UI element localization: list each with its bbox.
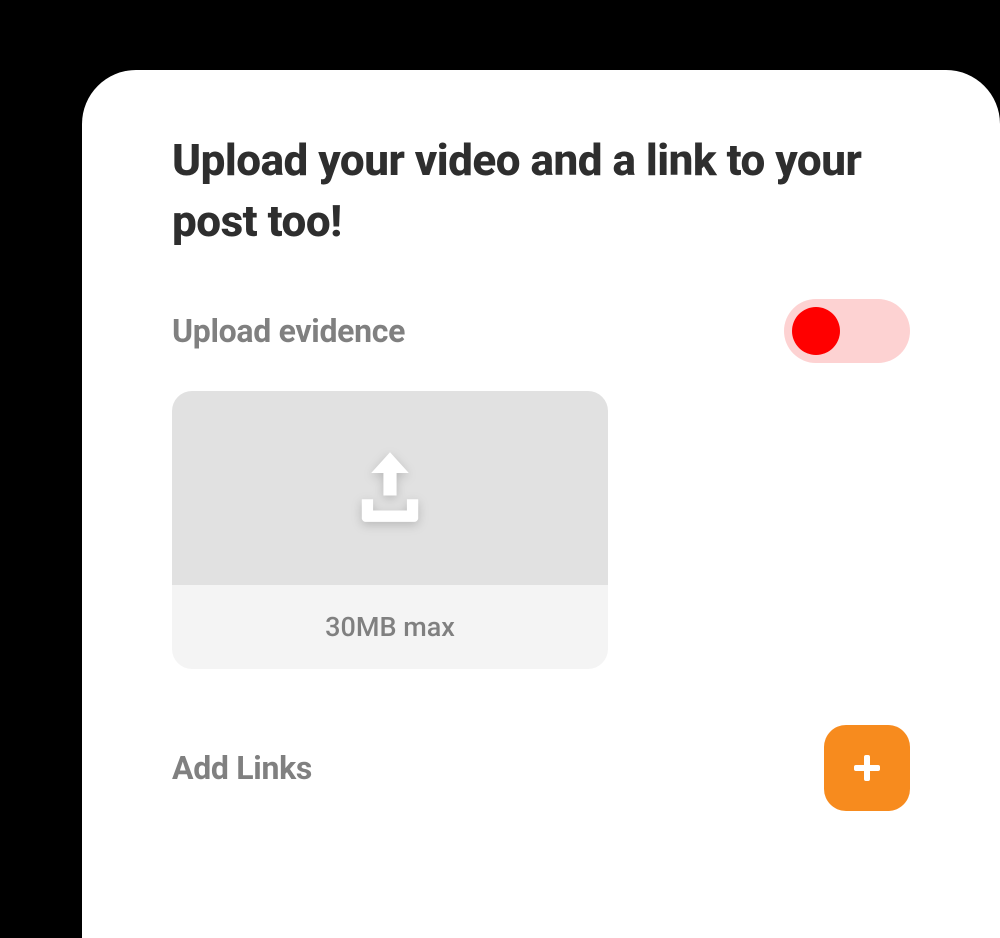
toggle-knob (792, 307, 840, 355)
card-heading: Upload your video and a link to your pos… (172, 130, 910, 251)
upload-card: Upload your video and a link to your pos… (82, 70, 1000, 938)
plus-icon (852, 753, 882, 783)
evidence-toggle[interactable] (784, 299, 910, 363)
links-row: Add Links (172, 725, 910, 811)
upload-dropzone[interactable]: 30MB max (172, 391, 608, 669)
links-label: Add Links (172, 749, 312, 787)
evidence-label: Upload evidence (172, 312, 405, 350)
add-link-button[interactable] (824, 725, 910, 811)
upload-hint: 30MB max (325, 611, 455, 643)
upload-icon (343, 441, 437, 535)
evidence-row: Upload evidence (172, 299, 910, 363)
upload-dropzone-top (172, 391, 608, 585)
upload-dropzone-bottom: 30MB max (172, 585, 608, 669)
